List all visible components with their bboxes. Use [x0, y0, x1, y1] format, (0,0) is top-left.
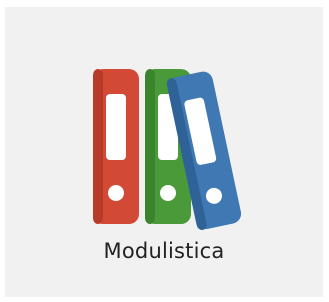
tile-label: Modulistica	[103, 239, 225, 263]
red-binder-icon	[93, 69, 139, 224]
binders-icon	[93, 69, 242, 230]
modulistica-tile[interactable]: Modulistica	[5, 7, 323, 297]
